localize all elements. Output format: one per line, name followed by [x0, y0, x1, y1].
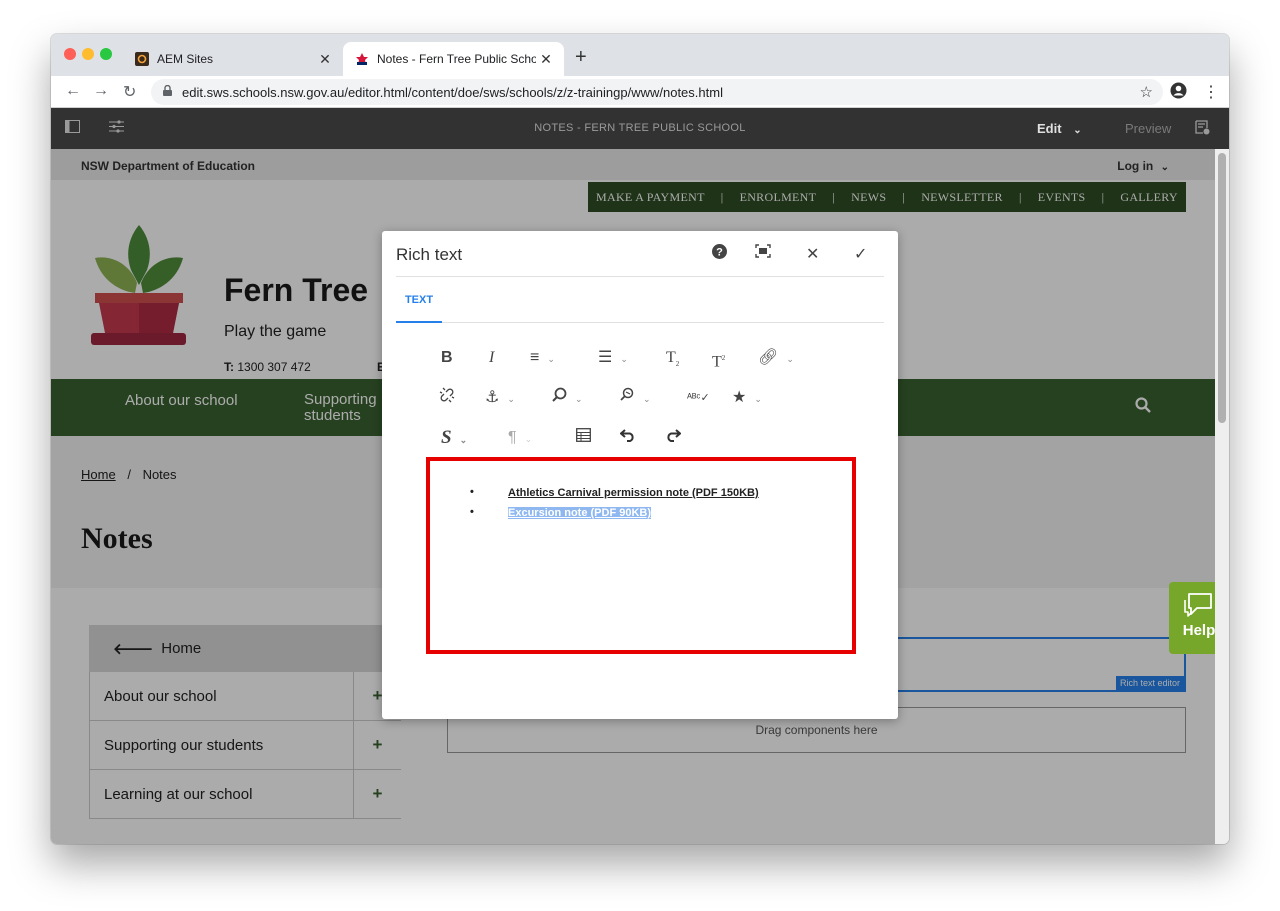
browser-window: AEM Sites ✕ Notes - Fern Tree Public Sch… [51, 34, 1229, 844]
annotations-icon[interactable] [1195, 120, 1210, 138]
rich-text-editor-area[interactable]: Athletics Carnival permission note (PDF … [426, 457, 856, 654]
help-label: Help [1182, 622, 1215, 639]
chevron-down-icon: ⌄ [643, 394, 651, 404]
dialog-title: Rich text [396, 245, 463, 264]
help-circle-icon[interactable]: ? [712, 244, 727, 264]
italic-icon[interactable]: I [489, 347, 494, 369]
table-icon[interactable] [576, 427, 591, 449]
fullscreen-icon[interactable] [755, 244, 771, 263]
chevron-down-icon: ⌄ [459, 435, 468, 445]
aem-favicon-icon [135, 52, 149, 66]
page-scrollbar[interactable] [1215, 149, 1229, 844]
svg-text:?: ? [716, 247, 723, 259]
chevron-down-icon: ⌄ [547, 354, 555, 364]
align-icon: ≡ [530, 349, 540, 366]
align-dropdown[interactable]: ≡ ⌄ [530, 347, 555, 369]
excursion-note-link[interactable]: Excursion note (PDF 90KB) [508, 507, 652, 519]
notes-list: Athletics Carnival permission note (PDF … [470, 486, 759, 527]
tab-title: AEM Sites [157, 52, 214, 66]
browser-menu-icon[interactable]: ⋮ [1203, 82, 1219, 102]
chat-bubble-icon [1184, 593, 1212, 617]
tab-strip: AEM Sites ✕ Notes - Fern Tree Public Sch… [51, 34, 1229, 76]
styles-icon: S [441, 427, 452, 448]
chevron-down-icon: ⌄ [575, 394, 583, 404]
edit-mode-label: Edit [1037, 121, 1062, 136]
chevron-down-icon: ⌄ [524, 434, 533, 444]
anchor-dropdown[interactable]: ⚓︎ ⌄ [485, 387, 515, 409]
athletics-note-link[interactable]: Athletics Carnival permission note (PDF … [508, 487, 759, 499]
star-icon: ★ [732, 389, 747, 406]
url-text: edit.sws.schools.nsw.gov.au/editor.html/… [182, 84, 723, 100]
help-button[interactable]: Help [1169, 582, 1215, 654]
superscript-icon[interactable]: T2 [712, 347, 725, 370]
find-dropdown[interactable]: ⌄ [552, 387, 583, 409]
tab-close-icon[interactable]: ✕ [315, 51, 335, 68]
redo-icon[interactable] [665, 427, 682, 449]
chevron-down-icon: ⌄ [507, 394, 515, 404]
list-dropdown[interactable]: ☰ ⌄ [598, 347, 628, 369]
lock-icon [163, 84, 172, 99]
browser-toolbar: ← → ↻ edit.sws.schools.nsw.gov.au/editor… [51, 76, 1229, 108]
styles-dropdown[interactable]: S ⌄ [441, 427, 467, 449]
tab-text[interactable]: TEXT [396, 277, 442, 323]
subscript-icon[interactable]: T2 [666, 347, 679, 369]
chevron-down-icon: ⌄ [620, 354, 628, 364]
special-chars-dropdown[interactable]: ★ ⌄ [732, 387, 762, 409]
new-tab-button[interactable]: + [575, 46, 587, 69]
bookmark-star-icon[interactable]: ☆ [1140, 83, 1153, 101]
zoom-window-button[interactable] [100, 48, 112, 60]
list-item: Excursion note (PDF 90KB) [470, 506, 759, 519]
close-icon[interactable]: ✕ [806, 244, 819, 264]
link-dropdown[interactable]: 🔗︎ ⌄ [758, 347, 794, 369]
checkmark-icon[interactable]: ✓ [854, 244, 867, 264]
tab-notes[interactable]: Notes - Fern Tree Public Schoo ✕ [343, 42, 564, 76]
preview-button[interactable]: Preview [1125, 121, 1171, 136]
list-item: Athletics Carnival permission note (PDF … [470, 486, 759, 499]
find-replace-icon [619, 387, 635, 406]
minimize-window-button[interactable] [82, 48, 94, 60]
tab-aem-sites[interactable]: AEM Sites ✕ [123, 42, 343, 76]
undo-icon[interactable] [619, 427, 636, 449]
search-icon [552, 387, 567, 406]
tab-close-icon[interactable]: ✕ [536, 51, 556, 68]
page-content: Fern Tree Play the game T: 1300 307 472 … [51, 149, 1215, 844]
back-icon[interactable]: ← [65, 82, 81, 100]
dialog-tabs: TEXT [396, 276, 884, 323]
forward-icon[interactable]: → [93, 82, 109, 100]
close-window-button[interactable] [64, 48, 76, 60]
edit-mode-dropdown[interactable]: Edit ⌄ [1037, 121, 1082, 136]
address-bar[interactable]: edit.sws.schools.nsw.gov.au/editor.html/… [151, 79, 1163, 105]
spellcheck-icon[interactable]: ᴬᴮᶜ✓ [687, 387, 710, 409]
rich-text-dialog: Rich text ? ✕ ✓ TEXT B I ≡ ⌄ ☰ ⌄ T2 T2 🔗︎ ⌄ [382, 231, 898, 719]
pilcrow-icon: ¶ [508, 429, 517, 446]
profile-icon[interactable] [1170, 82, 1187, 104]
scrollbar-thumb[interactable] [1218, 153, 1226, 423]
paragraph-dropdown[interactable]: ¶ ⌄ [508, 427, 532, 449]
chevron-down-icon: ⌄ [1073, 125, 1082, 136]
chevron-down-icon: ⌄ [786, 354, 794, 364]
chevron-down-icon: ⌄ [754, 394, 762, 404]
replace-dropdown[interactable]: ⌄ [619, 387, 651, 409]
reload-icon[interactable]: ↻ [123, 82, 136, 102]
anchor-icon: ⚓︎ [485, 389, 500, 406]
link-icon: 🔗︎ [758, 349, 779, 366]
unlink-icon[interactable] [439, 387, 455, 409]
aem-editor-bar: NOTES - FERN TREE PUBLIC SCHOOL Edit ⌄ P… [51, 108, 1229, 149]
bold-icon[interactable]: B [441, 347, 453, 369]
bullet-list-icon: ☰ [598, 349, 613, 366]
nsw-favicon-icon [355, 52, 369, 66]
tab-title: Notes - Fern Tree Public Schoo [377, 52, 536, 66]
